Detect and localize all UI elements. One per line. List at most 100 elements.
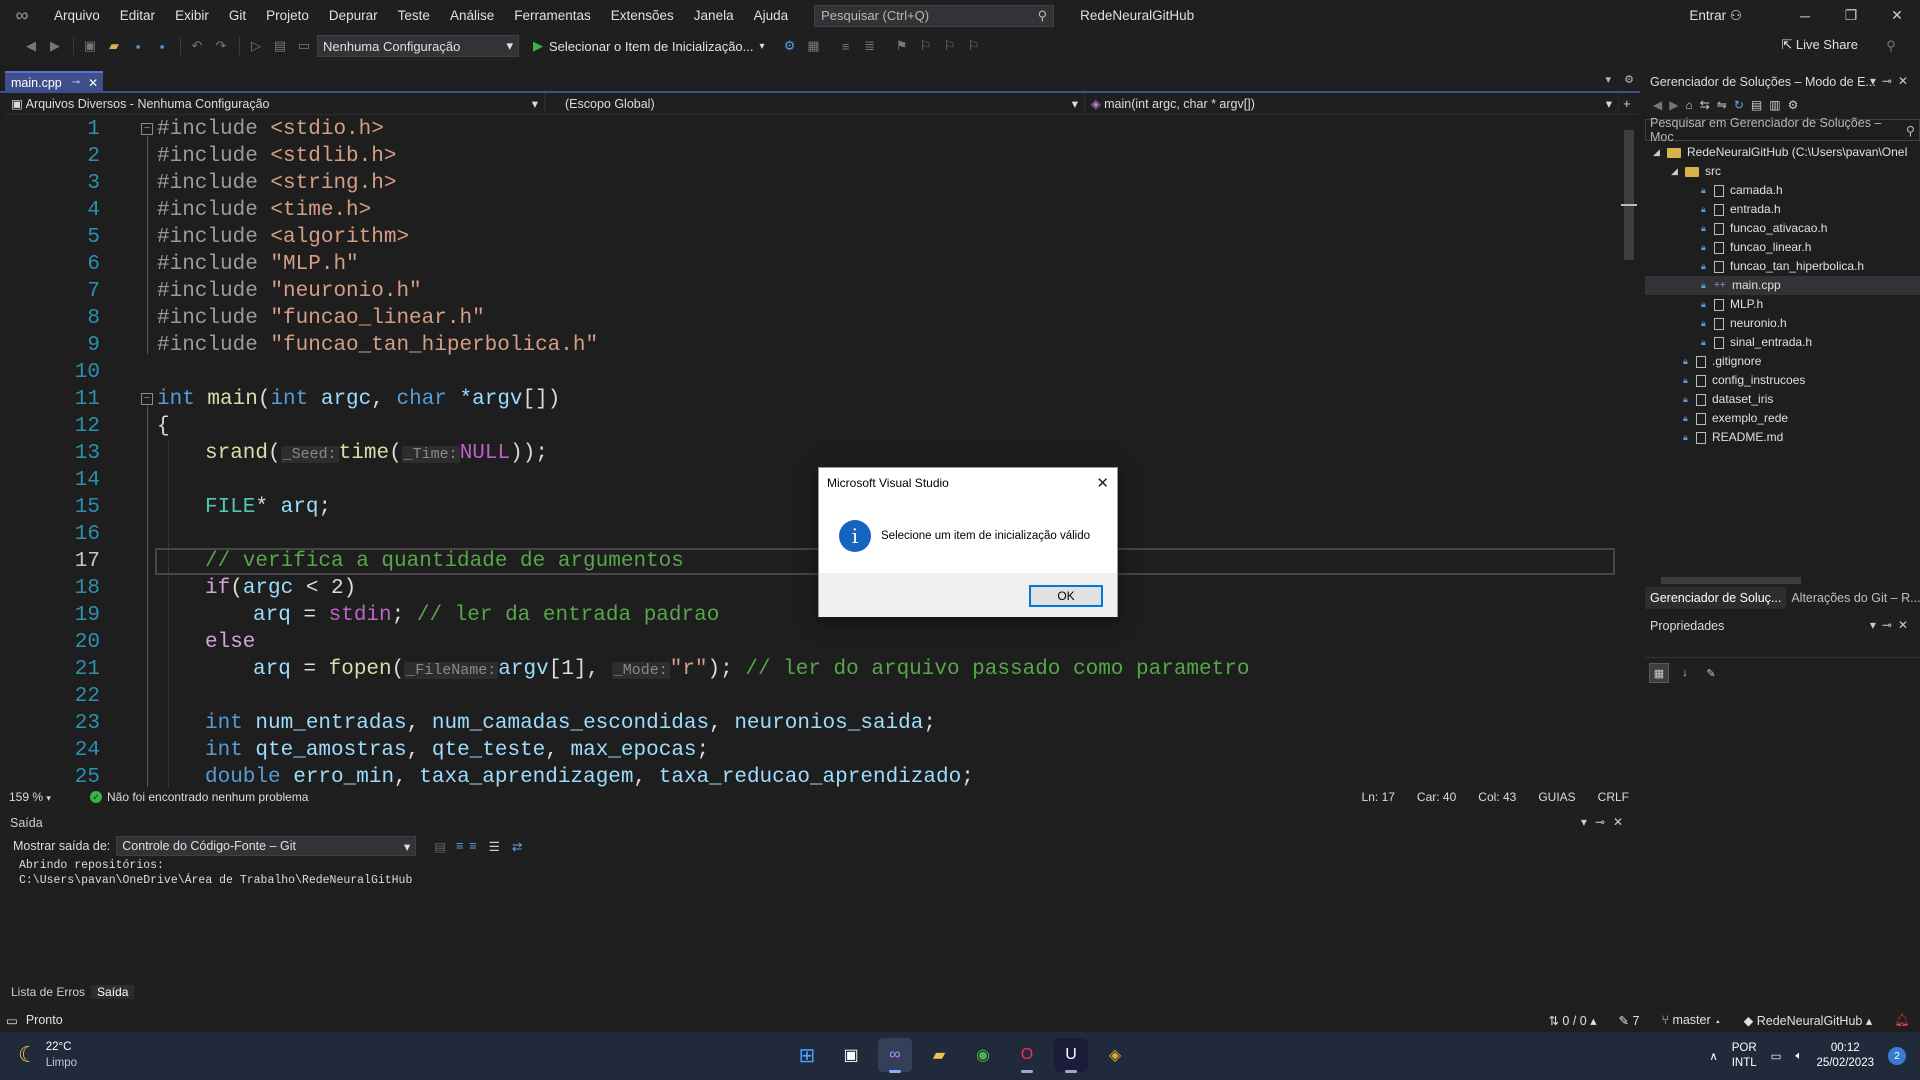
pin-icon[interactable]: ⊸	[72, 77, 80, 88]
uncomment-icon[interactable]: ≣	[859, 35, 881, 57]
redo-icon[interactable]: ↷	[210, 35, 232, 57]
editor-vertical-scrollbar[interactable]	[1619, 116, 1639, 787]
file-explorer-icon[interactable]: ▰	[922, 1038, 956, 1072]
chevron-down-icon[interactable]: ▾	[1870, 618, 1882, 632]
tree-item-file[interactable]: 🔒︎ exemplo_rede	[1683, 409, 1788, 428]
project-dropdown[interactable]: ▣ Arquivos Diversos - Nenhuma Configuraç…	[5, 92, 545, 115]
properties-object-dropdown[interactable]	[1645, 638, 1920, 658]
task-view-icon[interactable]: ▣	[834, 1038, 868, 1072]
refresh-icon[interactable]: ↻	[1734, 98, 1744, 112]
pin-icon[interactable]: ⊸	[1882, 618, 1898, 632]
close-icon[interactable]: ✕	[1096, 474, 1109, 492]
code-editor[interactable]: 1 2 3 4 5 6 7 8 9 10 11 12 13 14 15 16 1…	[5, 116, 1619, 787]
tree-item-src[interactable]: ◢ src	[1671, 162, 1721, 181]
tab-error-list[interactable]: Lista de Erros	[5, 985, 91, 999]
search-input[interactable]: Pesquisar (Ctrl+Q) ⚲	[814, 4, 1055, 27]
commits-indicator[interactable]: ⇅ 0 / 0 ▴	[1548, 1013, 1596, 1028]
unreal-icon[interactable]: U	[1054, 1038, 1088, 1073]
repo-indicator[interactable]: ◆ RedeNeuralGitHub ▴	[1744, 1013, 1872, 1028]
menu-git[interactable]: Git	[219, 0, 256, 31]
window-layout-icon[interactable]: ▭	[293, 35, 315, 57]
close-icon[interactable]: ✕	[1898, 618, 1914, 632]
ok-button[interactable]: OK	[1029, 585, 1103, 607]
output-vertical-scrollbar[interactable]	[1619, 858, 1639, 968]
scope-dropdown[interactable]: (Escopo Global) ▾	[545, 92, 1085, 115]
clock[interactable]: 00:12 25/02/2023	[1816, 1041, 1874, 1071]
step-icon[interactable]: ▷	[245, 35, 267, 57]
tab-main-cpp[interactable]: main.cpp ⊸ ✕	[5, 71, 103, 92]
switch-views-icon[interactable]: ⇆	[1700, 98, 1710, 112]
clear-bookmarks-icon[interactable]: ⚐	[963, 35, 985, 57]
forward-icon[interactable]: ▶	[1669, 98, 1678, 112]
output-source-dropdown[interactable]: Controle do Código-Fonte – Git ▾	[116, 836, 417, 856]
opera-icon[interactable]: O	[1010, 1038, 1044, 1073]
menu-ajuda[interactable]: Ajuda	[744, 0, 799, 31]
notifications-icon[interactable]: 🔔︎	[1894, 1013, 1910, 1028]
tree-item-file[interactable]: 🔒︎ entrada.h	[1701, 200, 1781, 219]
feedback-icon[interactable]: ⚲	[1880, 35, 1902, 57]
forward-icon[interactable]: ▶	[44, 35, 66, 57]
next-message-icon[interactable]: ≡	[469, 839, 476, 853]
tree-item-file[interactable]: 🔒︎ funcao_tan_hiperbolica.h	[1701, 257, 1864, 276]
tree-item-file[interactable]: 🔒︎ README.md	[1683, 428, 1783, 447]
tree-item-file-selected[interactable]: 🔒︎ ++ main.cpp	[1645, 276, 1920, 295]
prev-bookmark-icon[interactable]: ⚐	[915, 35, 937, 57]
volume-icon[interactable]: 🔈︎	[1796, 1050, 1803, 1063]
home-icon[interactable]: ⌂	[1685, 98, 1692, 112]
tab-settings-icon[interactable]: ⚙	[1624, 74, 1634, 86]
live-share-button[interactable]: ⇱ Live Share	[1781, 37, 1858, 53]
chevron-up-icon[interactable]: ∧	[1709, 1049, 1717, 1063]
network-icon[interactable]: ▭	[1771, 1049, 1782, 1063]
member-dropdown[interactable]: ◈ main(int argc, char * argv[]) ▾	[1085, 92, 1619, 115]
output-horizontal-scrollbar[interactable]	[5, 968, 1619, 982]
signin-button[interactable]: Entrar ⚇	[1689, 8, 1742, 24]
undo-icon[interactable]: ↶	[186, 35, 208, 57]
visual-studio-icon[interactable]: ∞	[878, 1038, 912, 1073]
tab-list-icon[interactable]: ▾	[1606, 74, 1612, 86]
find-message-icon[interactable]: ▤	[434, 839, 446, 854]
close-icon[interactable]: ✕	[1874, 7, 1920, 24]
menu-ferramentas[interactable]: Ferramentas	[504, 0, 601, 31]
whitespace-indicator[interactable]: GUIAS	[1538, 790, 1575, 804]
sync-icon[interactable]: ⇋	[1717, 98, 1727, 112]
visual-studio-logo-icon[interactable]: ∞	[0, 0, 44, 31]
menu-depurar[interactable]: Depurar	[319, 0, 388, 31]
tab-output[interactable]: Saída	[91, 985, 135, 999]
save-all-icon[interactable]: ▪	[151, 35, 173, 57]
show-all-files-icon[interactable]: ▥	[1769, 98, 1780, 112]
alphabetical-icon[interactable]: ↓	[1675, 663, 1695, 683]
save-icon[interactable]: ▪	[127, 35, 149, 57]
tab-solution-explorer[interactable]: Gerenciador de Soluç...	[1645, 587, 1787, 609]
clear-all-icon[interactable]: ☰	[489, 839, 500, 854]
properties-icon[interactable]: ⚙	[1788, 98, 1799, 112]
tree-item-file[interactable]: 🔒︎ .gitignore	[1683, 352, 1761, 371]
tree-item-file[interactable]: 🔒︎ sinal_entrada.h	[1701, 333, 1812, 352]
menu-teste[interactable]: Teste	[388, 0, 440, 31]
menu-extensoes[interactable]: Extensões	[601, 0, 684, 31]
collapse-icon[interactable]: −	[141, 123, 153, 135]
output-text[interactable]: Abrindo repositórios: C:\Users\pavan\One…	[5, 858, 1619, 968]
weather-widget[interactable]: ☾ 22°C Limpo	[18, 1039, 77, 1071]
scrollbar-thumb[interactable]	[1624, 130, 1634, 260]
tree-horizontal-scrollbar[interactable]	[1645, 573, 1920, 587]
tree-item-file[interactable]: 🔒︎ funcao_linear.h	[1701, 238, 1811, 257]
tree-item-file[interactable]: 🔒︎ MLP.h	[1701, 295, 1763, 314]
open-folder-icon[interactable]: ▰	[103, 35, 125, 57]
tree-item-file[interactable]: 🔒︎ config_instrucoes	[1683, 371, 1805, 390]
line-ending-indicator[interactable]: CRLF	[1598, 790, 1629, 804]
windows-start-icon[interactable]: ⊞	[790, 1038, 824, 1072]
menu-arquivo[interactable]: Arquivo	[44, 0, 110, 31]
debug-layout-icon[interactable]: ▦	[803, 35, 825, 57]
zoom-dropdown[interactable]: 159 % ▾	[5, 790, 65, 804]
bookmark-icon[interactable]: ⚑	[891, 35, 913, 57]
close-tab-icon[interactable]: ✕	[88, 76, 98, 90]
pin-icon[interactable]: ⊸	[1595, 815, 1613, 829]
tree-item-file[interactable]: 🔒︎ neuronio.h	[1701, 314, 1787, 333]
comment-icon[interactable]: ≡	[835, 35, 857, 57]
new-project-icon[interactable]: ▣	[79, 35, 101, 57]
tree-item-file[interactable]: 🔒︎ dataset_iris	[1683, 390, 1773, 409]
chevron-down-icon[interactable]: ▾	[1870, 74, 1882, 88]
configuration-dropdown[interactable]: Nenhuma Configuração ▾	[317, 35, 519, 57]
collapse-icon[interactable]: −	[141, 393, 153, 405]
notification-badge[interactable]: 2	[1888, 1047, 1906, 1065]
